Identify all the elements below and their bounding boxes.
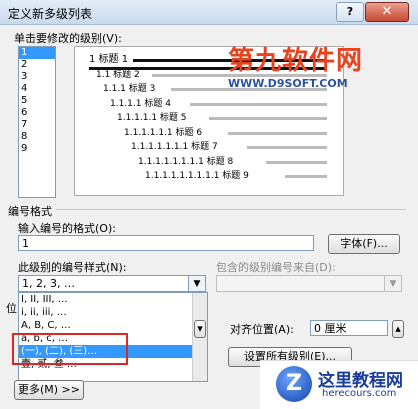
font-button[interactable]: 字体(F)... bbox=[328, 234, 400, 254]
style-dropdown[interactable]: 1, 2, 3, … ▼ bbox=[18, 275, 206, 292]
level-list-label: 单击要修改的级别(V): bbox=[14, 32, 122, 45]
style-dropdown-value: 1, 2, 3, … bbox=[22, 277, 75, 290]
watermark-subtitle: herecours.com bbox=[322, 388, 397, 399]
level-item[interactable]: 1 bbox=[19, 47, 55, 59]
position-section-label: 位 bbox=[6, 302, 17, 315]
level-item[interactable]: 6 bbox=[19, 107, 55, 119]
level-item[interactable]: 9 bbox=[19, 143, 55, 155]
level-item[interactable]: 5 bbox=[19, 95, 55, 107]
dropdown-arrow-icon[interactable]: ▼ bbox=[188, 276, 205, 291]
preview-row: 1.1.1.1.1.1 标题 6 bbox=[124, 127, 203, 138]
more-button[interactable]: 更多(M) >> bbox=[14, 380, 84, 400]
preview-line bbox=[285, 175, 327, 178]
close-button[interactable]: ✕ bbox=[365, 2, 409, 22]
spinner-button[interactable]: ▾ bbox=[194, 320, 206, 338]
preview-row: 1.1.1.1.1 标题 5 bbox=[117, 113, 187, 123]
level-listbox[interactable]: 123456789 bbox=[18, 46, 56, 198]
preview-row: 1 标题 1 bbox=[89, 54, 129, 65]
style-option[interactable]: I, II, III, … bbox=[19, 293, 207, 306]
highlight-annotation bbox=[12, 333, 128, 365]
preview-line bbox=[266, 160, 327, 164]
format-input[interactable]: 1 bbox=[18, 235, 314, 251]
watermark-logo-icon: Z bbox=[276, 366, 312, 402]
level-item[interactable]: 2 bbox=[19, 59, 55, 71]
align-label: 对齐位置(A): bbox=[230, 323, 294, 336]
watermark-url: WWW.D9SOFT.COM bbox=[228, 77, 348, 90]
include-level-dropdown[interactable]: ▼ bbox=[216, 275, 402, 292]
preview-row: 1.1.1 标题 3 bbox=[103, 84, 156, 94]
dropdown-arrow-icon[interactable]: ▼ bbox=[384, 276, 401, 291]
preview-line bbox=[247, 146, 327, 149]
level-item[interactable]: 7 bbox=[19, 119, 55, 131]
style-option[interactable]: A, B, C, … bbox=[19, 319, 207, 332]
preview-row: 1.1.1.1 标题 4 bbox=[110, 98, 171, 109]
align-spinner[interactable]: ▴ bbox=[392, 320, 404, 338]
preview-line bbox=[190, 102, 327, 106]
level-item[interactable]: 3 bbox=[19, 71, 55, 83]
align-input[interactable]: 0 厘米 bbox=[310, 320, 388, 336]
preview-line bbox=[209, 117, 327, 120]
style-option[interactable]: i, ii, iii, … bbox=[19, 306, 207, 319]
help-button[interactable]: ? bbox=[336, 2, 364, 22]
preview-row: 1.1.1.1.1.1.1.1 标题 8 bbox=[138, 156, 234, 167]
watermark-logo: 第九软件网 bbox=[228, 46, 364, 76]
format-input-label: 输入编号的格式(O): bbox=[18, 222, 116, 235]
style-label: 此级别的编号样式(N): bbox=[18, 261, 127, 274]
level-item[interactable]: 8 bbox=[19, 131, 55, 143]
window-title: 定义新多级列表 bbox=[8, 7, 93, 21]
preview-line bbox=[228, 131, 327, 135]
level-item[interactable]: 4 bbox=[19, 83, 55, 95]
preview-row: 1.1.1.1.1.1.1 标题 7 bbox=[131, 142, 218, 152]
include-level-label: 包含的级别编号来自(D): bbox=[216, 261, 336, 274]
preview-row: 1.1.1.1.1.1.1.1.1 标题 9 bbox=[145, 171, 249, 181]
number-format-section-label: 编号格式 bbox=[8, 205, 52, 218]
preview-row: 1.1 标题 2 bbox=[96, 69, 140, 80]
section-divider bbox=[56, 209, 406, 210]
